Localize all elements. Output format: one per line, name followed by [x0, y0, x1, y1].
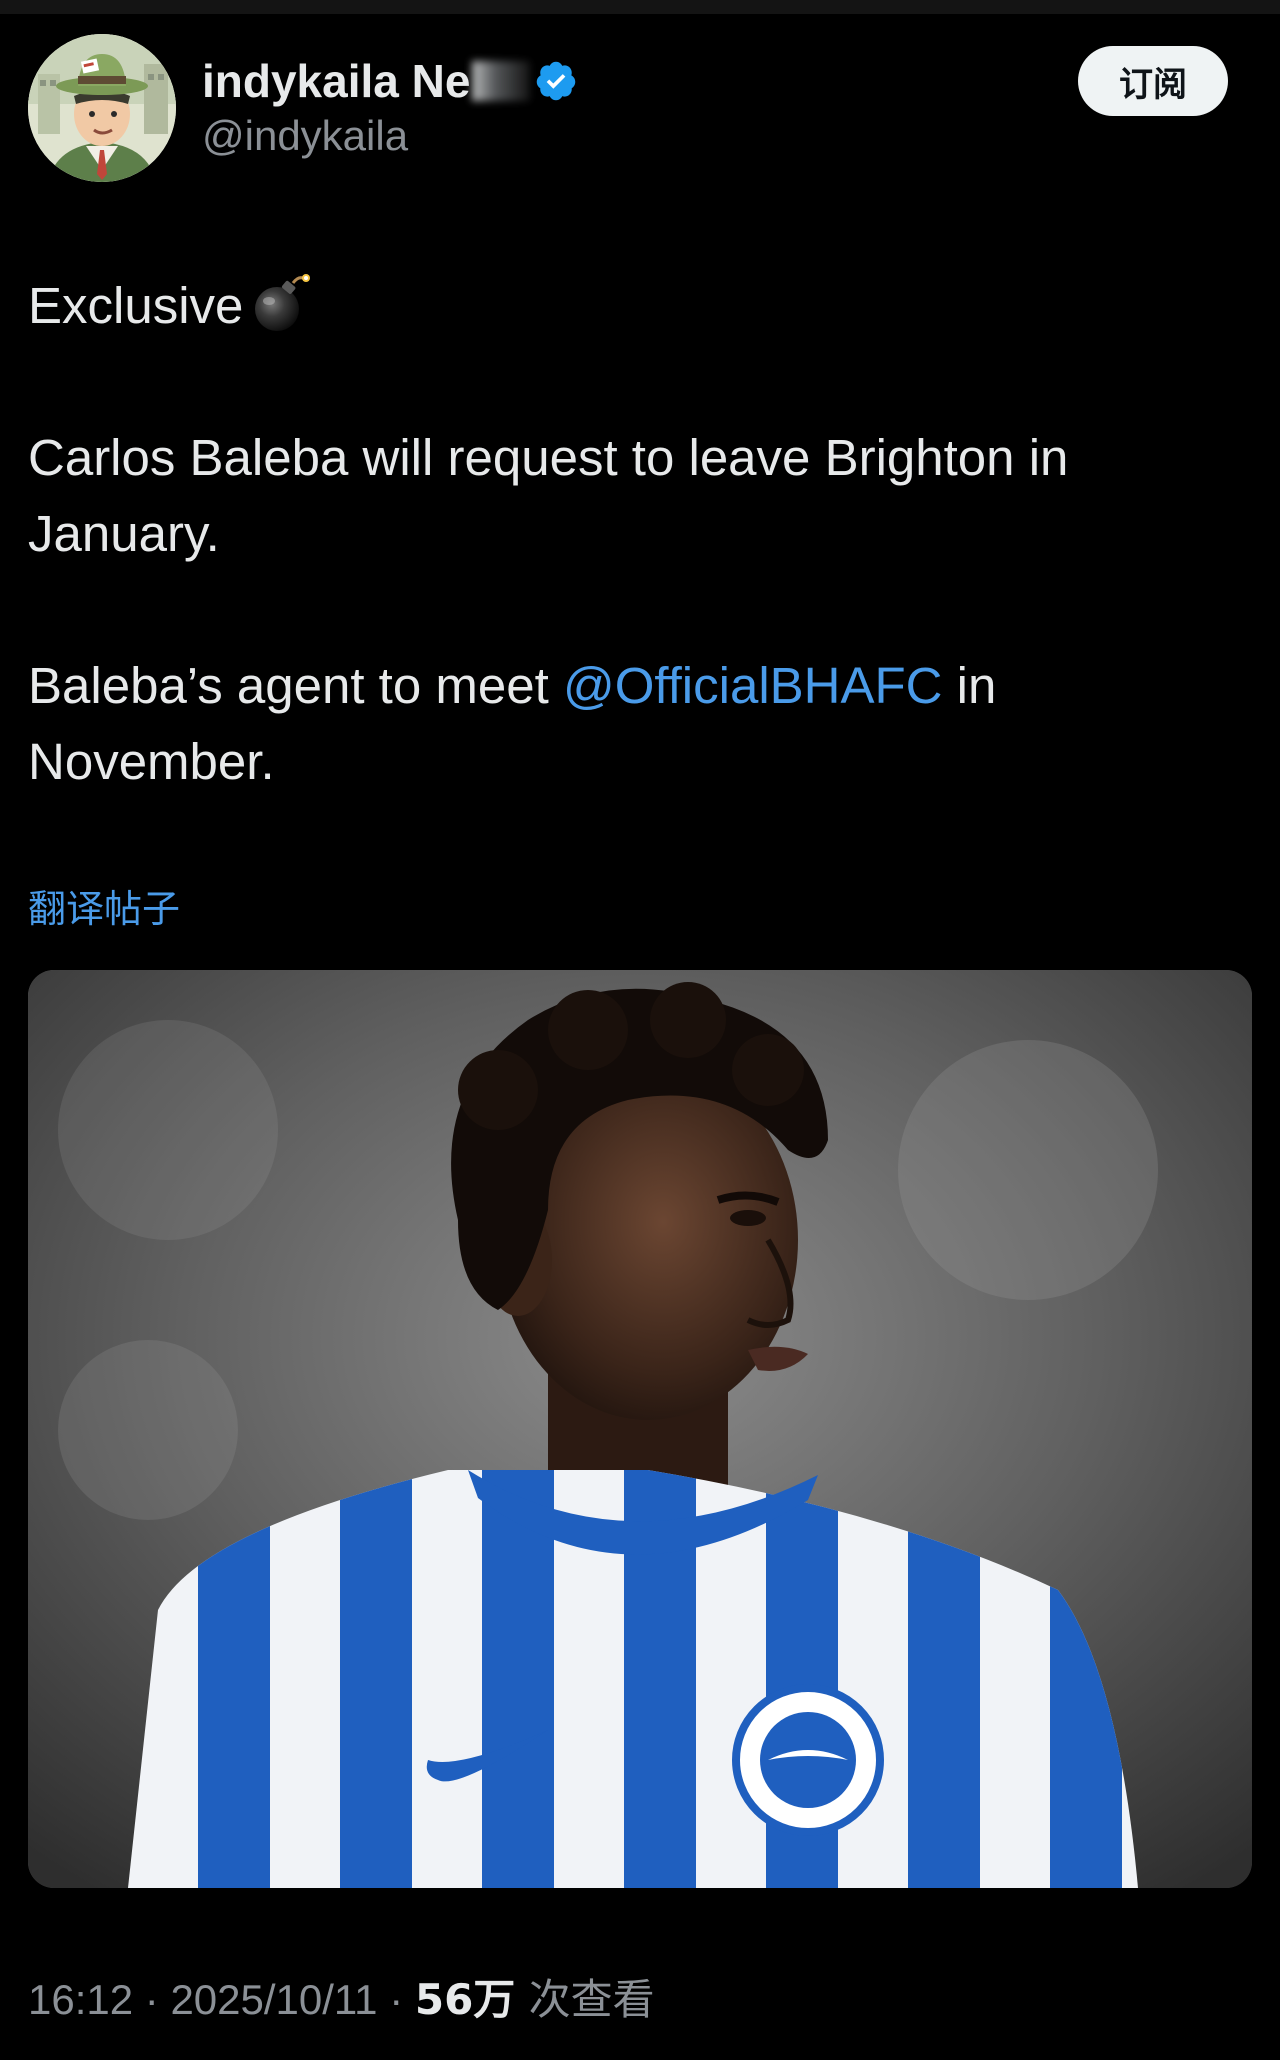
tweet-text: Exclusive Carlos Baleba will request to …	[28, 268, 1228, 800]
tweet-paragraph-3: Baleba’s agent to meet @OfficialBHAFC in…	[28, 648, 1228, 800]
cartoon-man-avatar-icon[interactable]	[28, 34, 176, 182]
blurred-name-segment	[472, 61, 531, 101]
views-label: 次查看	[515, 1975, 655, 2024]
tweet-header: indykaila Ne @indykaila 订阅	[28, 34, 1252, 194]
post-time[interactable]: 16:12	[28, 1976, 133, 2023]
display-name-row[interactable]: indykaila Ne	[202, 52, 578, 110]
tweet-media-image[interactable]	[28, 970, 1252, 1888]
tweet-exclusive-text: Exclusive	[28, 277, 244, 334]
display-name[interactable]: indykaila Ne	[202, 54, 470, 108]
top-status-strip	[0, 0, 1280, 14]
verified-badge-icon	[537, 61, 576, 101]
mention-link[interactable]: @OfficialBHAFC	[563, 657, 943, 714]
author-handle[interactable]: @indykaila	[202, 112, 578, 160]
views-count: 56万	[414, 1975, 516, 2024]
translate-post-link[interactable]: 翻译帖子	[28, 878, 180, 933]
tweet-paragraph-2: Carlos Baleba will request to leave Brig…	[28, 429, 1069, 562]
player-photo-icon	[28, 970, 1252, 1888]
bomb-icon	[255, 274, 311, 331]
post-date[interactable]: 2025/10/11	[170, 1976, 377, 2023]
subscribe-button[interactable]: 订阅	[1078, 46, 1228, 116]
meta-separator: ·	[377, 1976, 415, 2023]
author-names: indykaila Ne @indykaila	[202, 52, 578, 160]
tweet-paragraph-3-before: Baleba’s agent to meet	[28, 657, 563, 714]
meta-separator: ·	[133, 1976, 171, 2023]
tweet-meta: 16:12 · 2025/10/11 · 56万 次查看	[28, 1966, 655, 2027]
tweet-line-exclusive: Exclusive	[28, 268, 1228, 344]
